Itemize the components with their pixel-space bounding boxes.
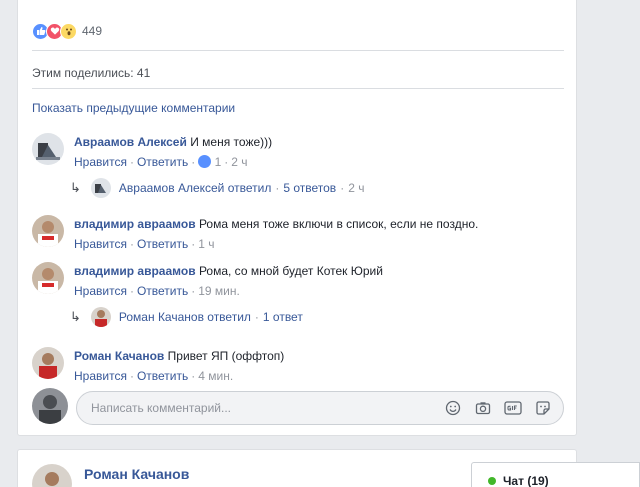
reactions-count[interactable]: 449 bbox=[82, 24, 102, 38]
reply-arrow-icon: ↳ bbox=[70, 309, 81, 324]
reply-author-action[interactable]: Роман Качанов ответил bbox=[119, 310, 251, 324]
chat-sidebar-toggle[interactable]: Чат (19) bbox=[471, 462, 640, 487]
show-previous-comments-link[interactable]: Показать предыдущие комментарии bbox=[32, 101, 235, 115]
reply-count[interactable]: 1 ответ bbox=[263, 310, 303, 324]
replies-summary[interactable]: ↳ Авраамов Алексей ответил · 5 ответов ·… bbox=[70, 178, 364, 198]
post-author[interactable]: Роман Качанов bbox=[84, 466, 189, 482]
camera-icon[interactable] bbox=[473, 398, 493, 418]
comment-composer[interactable]: Написать комментарий... bbox=[76, 391, 564, 425]
divider bbox=[32, 88, 564, 89]
reply-button[interactable]: Ответить bbox=[137, 369, 188, 383]
comment-author[interactable]: Авраамов Алексей bbox=[74, 135, 187, 149]
divider bbox=[32, 50, 564, 51]
reactions-bar[interactable]: 449 bbox=[32, 22, 102, 40]
online-status-icon bbox=[488, 477, 496, 485]
like-count[interactable]: 1 bbox=[215, 155, 222, 169]
reply-avatar bbox=[90, 307, 111, 327]
reply-arrow-icon: ↳ bbox=[70, 180, 81, 195]
comment-author[interactable]: владимир авраамов bbox=[74, 217, 196, 231]
like-button[interactable]: Нравится bbox=[74, 237, 127, 251]
comment-time[interactable]: 19 мин. bbox=[198, 284, 240, 298]
replies-summary[interactable]: ↳ Роман Качанов ответил · 1 ответ bbox=[70, 307, 303, 327]
reply-author-action[interactable]: Авраамов Алексей ответил bbox=[119, 181, 271, 195]
comment-text: Привет ЯП (оффтоп) bbox=[167, 349, 285, 363]
reply-count[interactable]: 5 ответов bbox=[283, 181, 336, 195]
like-count-icon bbox=[198, 155, 212, 168]
comment-time[interactable]: 1 ч bbox=[198, 237, 214, 251]
avatar[interactable] bbox=[32, 464, 72, 487]
reply-button[interactable]: Ответить bbox=[137, 155, 188, 169]
reply-avatar bbox=[90, 178, 111, 198]
reply-time: 2 ч bbox=[348, 181, 365, 195]
like-button[interactable]: Нравится bbox=[74, 155, 127, 169]
comment-author[interactable]: Роман Качанов bbox=[74, 349, 164, 363]
comment-time[interactable]: 2 ч bbox=[231, 155, 247, 169]
wow-icon bbox=[60, 22, 77, 40]
comment-text: И меня тоже))) bbox=[190, 135, 273, 149]
comment-text: Рома, со мной будет Котек Юрий bbox=[198, 264, 383, 278]
sticker-icon[interactable] bbox=[533, 398, 553, 418]
comment-author[interactable]: владимир авраамов bbox=[74, 264, 196, 278]
avatar[interactable] bbox=[32, 215, 64, 247]
shares-count[interactable]: Этим поделились: 41 bbox=[32, 66, 150, 80]
reply-button[interactable]: Ответить bbox=[137, 237, 188, 251]
avatar[interactable] bbox=[32, 133, 64, 165]
emoji-icon[interactable] bbox=[443, 398, 463, 418]
avatar[interactable] bbox=[32, 347, 64, 379]
comment-input[interactable]: Написать комментарий... bbox=[91, 401, 231, 415]
current-user-avatar bbox=[32, 388, 68, 424]
post-card: 449 Этим поделились: 41 Показать предыду… bbox=[17, 0, 577, 436]
gif-icon[interactable] bbox=[503, 398, 523, 418]
comment-text: Рома меня тоже включи в список, если не … bbox=[198, 217, 479, 231]
reply-button[interactable]: Ответить bbox=[137, 284, 188, 298]
like-button[interactable]: Нравится bbox=[74, 369, 127, 383]
comment-time[interactable]: 4 мин. bbox=[198, 369, 233, 383]
chat-label[interactable]: Чат (19) bbox=[503, 474, 549, 487]
avatar[interactable] bbox=[32, 262, 64, 294]
like-button[interactable]: Нравится bbox=[74, 284, 127, 298]
